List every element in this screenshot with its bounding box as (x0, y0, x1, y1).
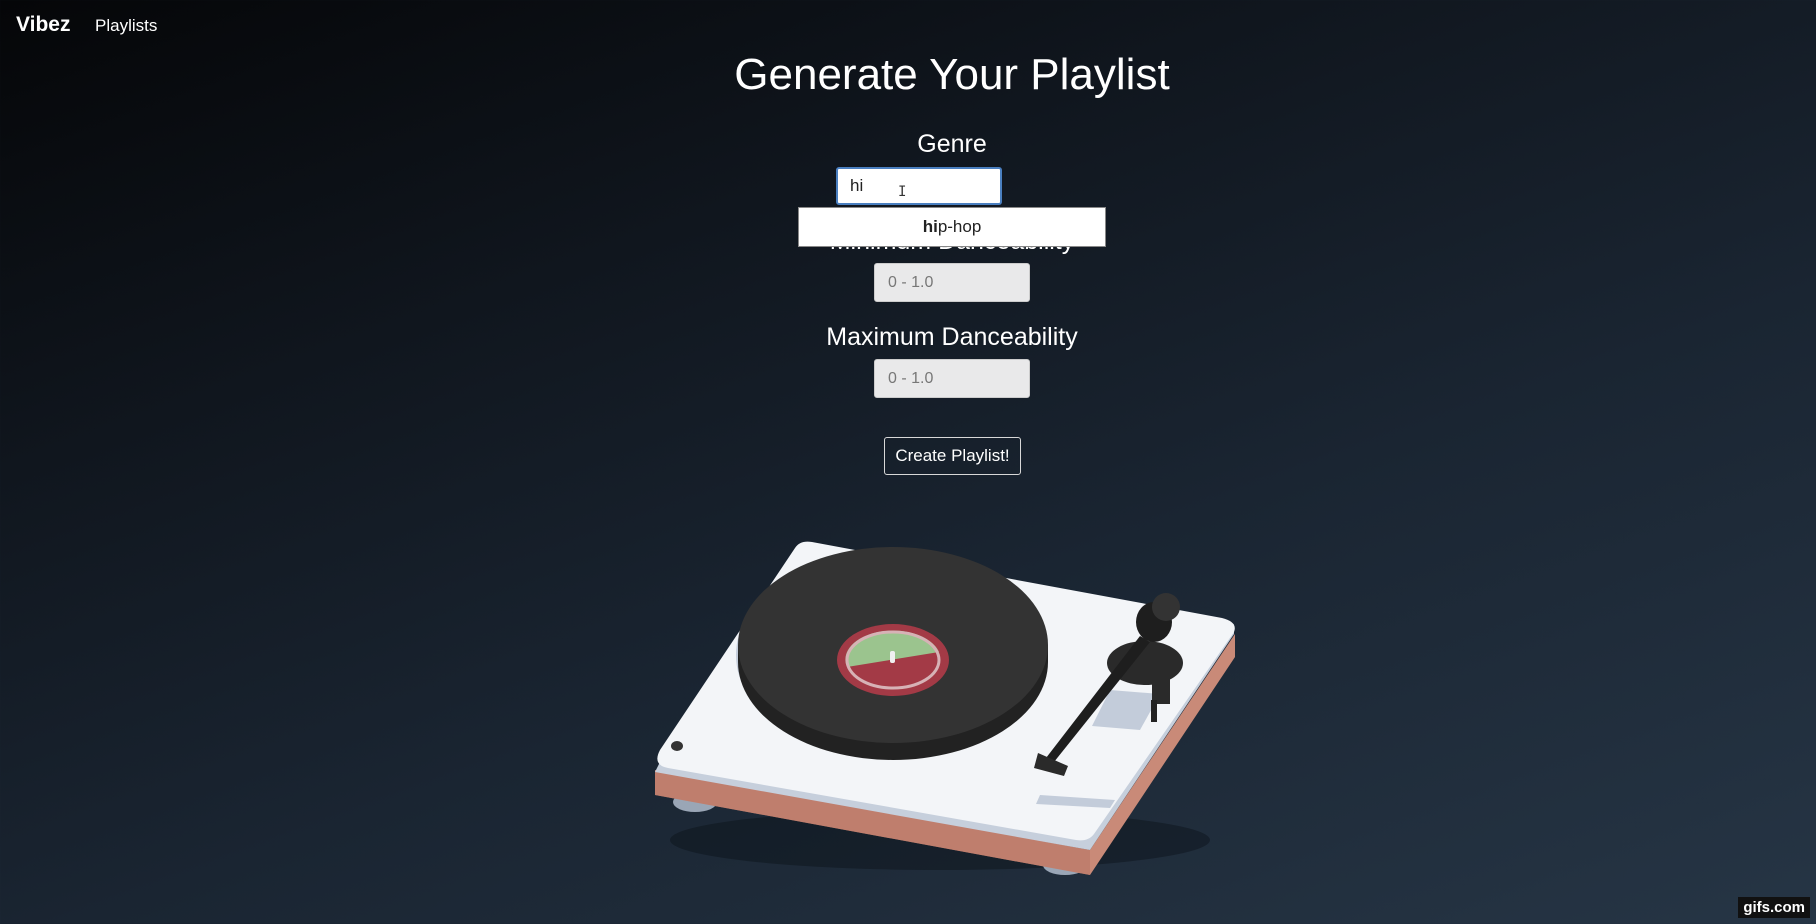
genre-label: Genre (917, 130, 987, 158)
spindle (890, 651, 895, 663)
suggestion-rest: p-hop (937, 217, 982, 236)
nav-link-playlists[interactable]: Playlists (95, 16, 157, 36)
turntable-illustration (655, 541, 1235, 875)
max-danceability-input[interactable] (874, 359, 1030, 398)
genre-input[interactable] (836, 167, 1002, 205)
max-danceability-label: Maximum Danceability (826, 323, 1078, 351)
min-danceability-input[interactable] (874, 263, 1030, 302)
suggestion-match: hi (922, 217, 938, 236)
text-cursor-icon: I (898, 184, 907, 200)
watermark: gifs.com (1738, 897, 1810, 918)
power-button-icon (671, 741, 683, 751)
brand-link[interactable]: Vibez (16, 13, 70, 37)
genre-suggestion-item[interactable]: hip-hop (798, 207, 1106, 247)
navbar: Vibez Playlists (0, 0, 1816, 52)
create-playlist-button[interactable]: Create Playlist! (884, 437, 1021, 475)
page-title: Generate Your Playlist (734, 50, 1170, 99)
